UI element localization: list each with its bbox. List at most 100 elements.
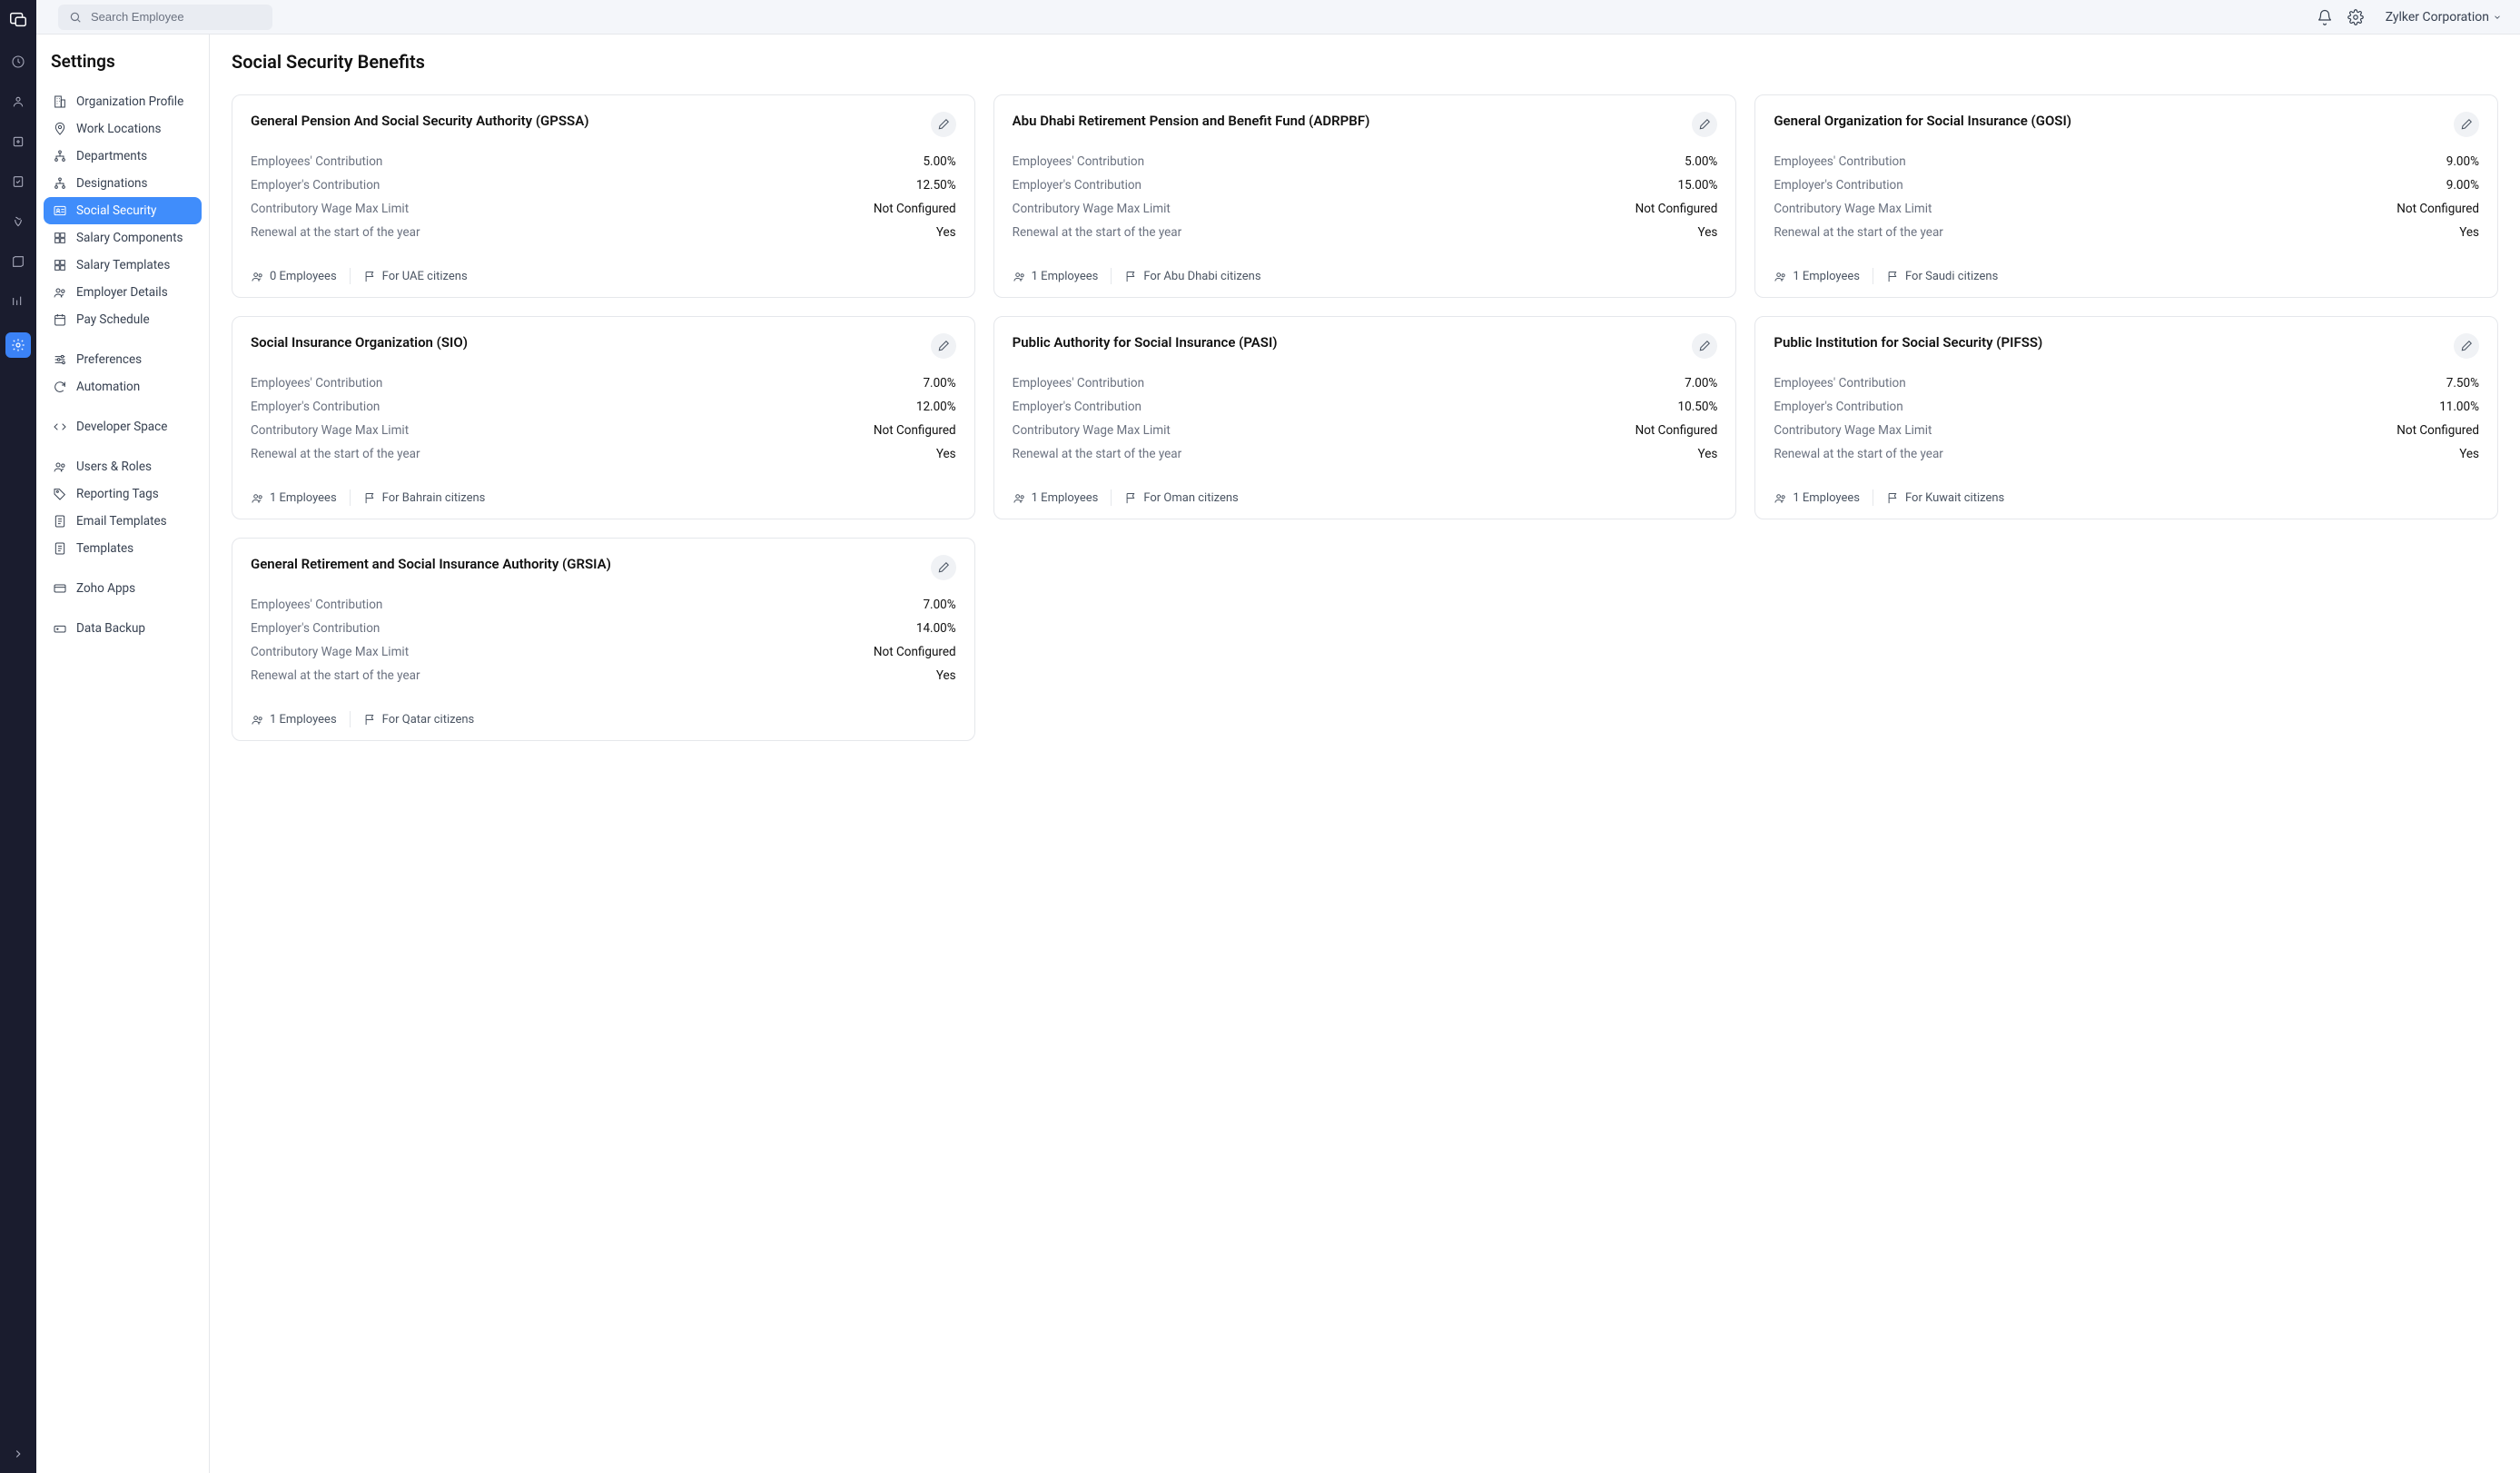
sidebar-item-organization-profile[interactable]: Organization Profile (44, 88, 202, 115)
sidebar-item-label: Organization Profile (76, 94, 183, 109)
detail-row: Employer's Contribution 12.00% (251, 395, 956, 419)
document-icon (53, 541, 67, 556)
citizens-text: For Qatar citizens (382, 713, 475, 727)
sidebar-item-work-locations[interactable]: Work Locations (44, 115, 202, 143)
edit-icon (937, 118, 950, 131)
documents-icon[interactable] (9, 252, 27, 271)
detail-value: Not Configured (1636, 423, 1718, 438)
citizens-label: For Kuwait citizens (1886, 491, 2004, 505)
payruns-icon[interactable] (9, 133, 27, 151)
drive-icon (53, 621, 67, 636)
edit-button[interactable] (2454, 333, 2479, 359)
org-chart-icon (53, 149, 67, 163)
building-icon (53, 94, 67, 109)
detail-row: Renewal at the start of the year Yes (1013, 442, 1718, 466)
detail-value: 7.00% (923, 598, 955, 612)
sidebar-item-social-security[interactable]: Social Security (44, 197, 202, 224)
detail-row: Employees' Contribution 7.00% (1013, 371, 1718, 395)
detail-label: Employees' Contribution (1774, 376, 1905, 390)
edit-button[interactable] (931, 555, 956, 580)
sidebar-item-email-templates[interactable]: Email Templates (44, 508, 202, 535)
separator (1111, 268, 1112, 284)
detail-label: Renewal at the start of the year (251, 668, 420, 683)
separator (350, 268, 351, 284)
benefit-card: Social Insurance Organization (SIO) Empl… (232, 316, 975, 519)
sidebar-item-designations[interactable]: Designations (44, 170, 202, 197)
detail-row: Employer's Contribution 15.00% (1013, 173, 1718, 197)
citizens-label: For Qatar citizens (363, 713, 475, 727)
card-title: General Organization for Social Insuranc… (1774, 112, 2443, 131)
sidebar-item-label: Pay Schedule (76, 312, 150, 327)
edit-button[interactable] (2454, 112, 2479, 137)
detail-value: Not Configured (2396, 423, 2479, 438)
detail-row: Employer's Contribution 12.50% (251, 173, 956, 197)
flag-icon (1124, 270, 1138, 283)
sidebar-item-pay-schedule[interactable]: Pay Schedule (44, 306, 202, 333)
employees-icon[interactable] (9, 93, 27, 111)
calendar-icon (53, 312, 67, 327)
expand-rail-icon[interactable] (12, 1448, 25, 1464)
content-area: Social Security Benefits General Pension… (210, 35, 2520, 1473)
sidebar-item-label: Automation (76, 380, 140, 394)
detail-label: Contributory Wage Max Limit (1774, 202, 1932, 216)
detail-value: 9.00% (2446, 154, 2479, 169)
sidebar-item-employer-details[interactable]: Employer Details (44, 279, 202, 306)
edit-button[interactable] (1692, 112, 1717, 137)
detail-value: 15.00% (1678, 178, 1718, 193)
sidebar-item-label: Data Backup (76, 621, 145, 636)
sidebar-item-salary-templates[interactable]: Salary Templates (44, 252, 202, 279)
citizens-label: For UAE citizens (363, 270, 468, 283)
detail-value: 7.00% (923, 376, 955, 390)
org-selector[interactable]: Zylker Corporation (2378, 10, 2502, 25)
edit-button[interactable] (1692, 333, 1717, 359)
sidebar-item-templates[interactable]: Templates (44, 535, 202, 562)
sidebar-item-automation[interactable]: Automation (44, 373, 202, 400)
sidebar-item-salary-components[interactable]: Salary Components (44, 224, 202, 252)
loans-icon[interactable] (9, 213, 27, 231)
employees-count-label: 1 Employees (1032, 270, 1099, 283)
edit-icon (2460, 340, 2473, 352)
citizens-label: For Saudi citizens (1886, 270, 1998, 283)
sidebar-item-preferences[interactable]: Preferences (44, 346, 202, 373)
detail-row: Employer's Contribution 10.50% (1013, 395, 1718, 419)
detail-label: Renewal at the start of the year (1774, 225, 1943, 240)
edit-button[interactable] (931, 112, 956, 137)
detail-label: Employer's Contribution (1013, 400, 1141, 414)
gear-icon[interactable] (2347, 9, 2364, 25)
edit-button[interactable] (931, 333, 956, 359)
reports-icon[interactable] (9, 292, 27, 311)
detail-label: Employees' Contribution (251, 154, 382, 169)
edit-icon (1698, 118, 1711, 131)
detail-row: Contributory Wage Max Limit Not Configur… (1774, 419, 2479, 442)
dashboard-icon[interactable] (9, 53, 27, 71)
users-icon (251, 270, 264, 283)
sidebar-title: Settings (51, 51, 194, 72)
settings-icon[interactable] (5, 332, 31, 358)
card-title: General Pension And Social Security Auth… (251, 112, 920, 131)
sidebar-item-users-roles[interactable]: Users & Roles (44, 453, 202, 480)
search-input[interactable] (91, 10, 262, 24)
employees-count-label: 1 Employees (1032, 491, 1099, 505)
search-wrap[interactable] (58, 5, 272, 30)
sidebar-item-reporting-tags[interactable]: Reporting Tags (44, 480, 202, 508)
sidebar-item-developer-space[interactable]: Developer Space (44, 413, 202, 440)
settings-sidebar: Settings Organization Profile Work Locat… (36, 35, 210, 1473)
sidebar-item-label: Zoho Apps (76, 581, 135, 596)
notifications-icon[interactable] (2317, 9, 2333, 25)
sidebar-item-label: Employer Details (76, 285, 168, 300)
sidebar-item-label: Developer Space (76, 420, 167, 434)
approvals-icon[interactable] (9, 173, 27, 191)
sidebar-item-label: Preferences (76, 352, 142, 367)
sidebar-item-data-backup[interactable]: Data Backup (44, 615, 202, 642)
detail-value: Yes (1698, 225, 1718, 240)
detail-row: Employees' Contribution 7.00% (251, 371, 956, 395)
detail-label: Employer's Contribution (1013, 178, 1141, 193)
org-chart-icon (53, 176, 67, 191)
employees-count-label: 1 Employees (1793, 491, 1860, 505)
grid-icon (53, 258, 67, 272)
detail-row: Employer's Contribution 11.00% (1774, 395, 2479, 419)
users-icon (53, 460, 67, 474)
sidebar-item-departments[interactable]: Departments (44, 143, 202, 170)
edit-icon (937, 561, 950, 574)
sidebar-item-zoho-apps[interactable]: Zoho Apps (44, 575, 202, 602)
